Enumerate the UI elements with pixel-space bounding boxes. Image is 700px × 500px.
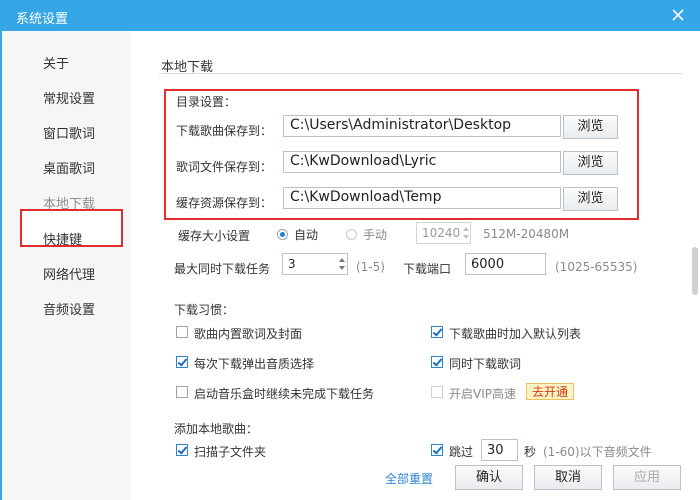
scan-subfolders-label: 扫描子文件夹 [194, 445, 267, 459]
sidebar-item-local-download[interactable]: 本地下载 [2, 188, 133, 214]
settings-content: 本地下载 目录设置： 下载歌曲保存到： C:\Users\Administrat… [131, 31, 700, 500]
cache-path-browse-button[interactable]: 浏览 [563, 187, 618, 211]
embed-lyrics-label: 歌曲内置歌词及封面 [194, 327, 303, 341]
download-port-range: (1025-65535) [555, 260, 638, 274]
add-default-list-label: 下载歌曲时加入默认列表 [449, 327, 582, 341]
song-path-label: 下载歌曲保存到： [176, 124, 273, 138]
local-add-heading: 添加本地歌曲： [174, 422, 259, 436]
sidebar-item-label: 网络代理 [43, 268, 96, 283]
download-port-input[interactable]: 6000 [465, 253, 546, 275]
quality-popup-checkbox[interactable] [176, 356, 188, 368]
cache-size-stepper[interactable] [460, 222, 472, 244]
scrollbar[interactable] [690, 31, 700, 500]
sidebar-item-audio[interactable]: 音频设置 [2, 294, 133, 320]
cache-size-range: 512M-20480M [483, 227, 570, 241]
title-bar: 系统设置 [0, 0, 700, 31]
sidebar-item-label: 关于 [43, 57, 70, 72]
skip-seconds-input[interactable]: 30 [481, 439, 518, 461]
apply-button[interactable]: 应用 [613, 465, 681, 490]
embed-lyrics-checkbox[interactable] [176, 326, 188, 338]
stepper-up-icon [463, 227, 469, 231]
sidebar: 关于 常规设置 窗口歌词 桌面歌词 本地下载 快捷键 网络代理 音频设置 [0, 31, 131, 500]
sidebar-item-network-proxy[interactable]: 网络代理 [2, 259, 133, 285]
resume-tasks-label: 启动音乐盒时继续未完成下载任务 [194, 387, 375, 401]
sidebar-item-about[interactable]: 关于 [2, 48, 133, 74]
lyric-path-input[interactable]: C:\KwDownload\Lyric [283, 151, 561, 173]
settings-window: 系统设置 关于 常规设置 窗口歌词 桌面歌词 本地下载 快捷键 网络代理 音频设… [0, 0, 700, 500]
scan-subfolders-checkbox[interactable] [176, 444, 188, 456]
skip-short-audio-checkbox[interactable] [431, 444, 443, 456]
max-tasks-label: 最大同时下载任务 [174, 262, 271, 276]
sidebar-item-label: 桌面歌词 [43, 162, 96, 177]
download-lyrics-label: 同时下载歌词 [449, 357, 522, 371]
download-port-label: 下载端口 [403, 262, 452, 276]
cancel-button[interactable]: 取消 [534, 465, 602, 490]
vip-speed-checkbox[interactable] [431, 386, 443, 398]
vip-activate-badge[interactable]: 去开通 [526, 383, 575, 400]
directory-heading: 目录设置： [176, 95, 237, 109]
sidebar-item-label: 音频设置 [43, 303, 96, 318]
window-title: 系统设置 [16, 12, 69, 27]
stepper-up-icon [339, 258, 345, 262]
ok-button[interactable]: 确认 [455, 465, 523, 490]
lyric-path-browse-button[interactable]: 浏览 [563, 151, 618, 175]
cache-auto-label: 自动 [294, 228, 319, 242]
resume-tasks-checkbox[interactable] [176, 386, 188, 398]
cache-manual-radio[interactable] [346, 229, 357, 240]
habits-heading: 下载习惯： [174, 303, 235, 317]
stepper-down-icon [463, 235, 469, 239]
sidebar-item-window-lyrics[interactable]: 窗口歌词 [2, 118, 133, 144]
max-tasks-range: (1-5) [356, 260, 385, 274]
skip-range-note: (1-60)以下音频文件 [543, 445, 652, 459]
cache-path-input[interactable]: C:\KwDownload\Temp [283, 187, 561, 209]
add-default-list-checkbox[interactable] [431, 326, 443, 338]
scrollbar-thumb[interactable] [692, 247, 698, 295]
sidebar-item-label: 快捷键 [43, 233, 83, 248]
section-divider [159, 73, 683, 74]
sidebar-item-general[interactable]: 常规设置 [2, 83, 133, 109]
sidebar-item-shortcuts[interactable]: 快捷键 [2, 224, 133, 250]
cache-manual-label: 手动 [363, 228, 388, 242]
sidebar-item-desktop-lyrics[interactable]: 桌面歌词 [2, 153, 133, 179]
cache-path-label: 缓存资源保存到： [176, 196, 273, 210]
cache-size-label: 缓存大小设置 [178, 229, 251, 243]
cache-auto-radio[interactable] [277, 229, 288, 240]
max-tasks-stepper[interactable] [336, 253, 348, 275]
skip-seconds-suffix: 秒 [524, 445, 537, 459]
download-lyrics-checkbox[interactable] [431, 356, 443, 368]
quality-popup-label: 每次下载弹出音质选择 [194, 357, 315, 371]
close-icon[interactable] [668, 5, 688, 25]
sidebar-item-label: 窗口歌词 [43, 127, 96, 142]
song-path-browse-button[interactable]: 浏览 [563, 115, 618, 139]
skip-label: 跳过 [449, 445, 474, 459]
sidebar-item-label: 本地下载 [43, 197, 96, 212]
reset-all-link[interactable]: 全部重置 [385, 470, 433, 487]
lyric-path-label: 歌词文件保存到： [176, 160, 273, 174]
sidebar-item-label: 常规设置 [43, 92, 96, 107]
song-path-input[interactable]: C:\Users\Administrator\Desktop [283, 115, 561, 137]
vip-speed-label: 开启VIP高速 [449, 387, 516, 401]
stepper-down-icon [339, 266, 345, 270]
